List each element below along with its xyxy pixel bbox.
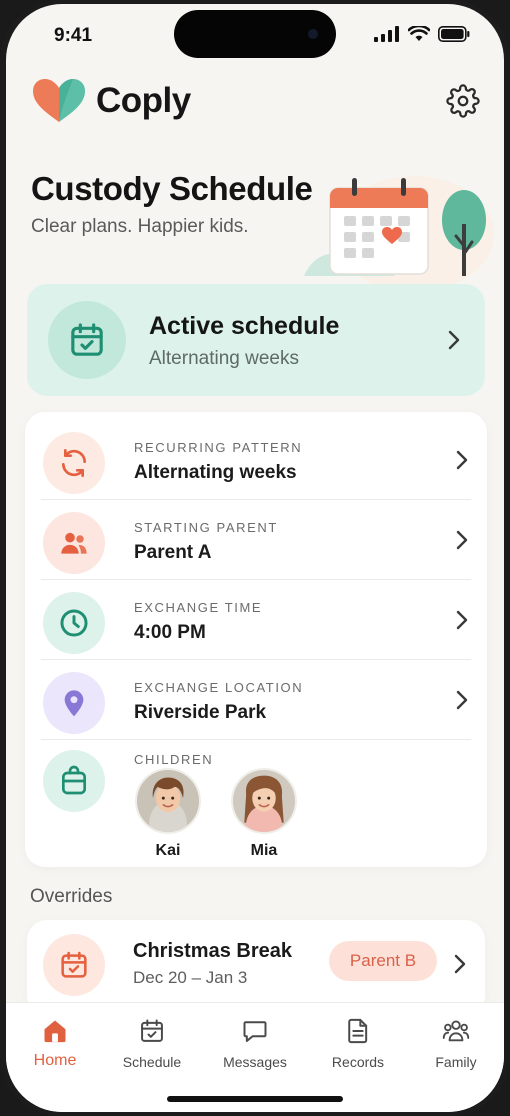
settings-button[interactable]: [446, 84, 480, 118]
home-indicator: [167, 1096, 343, 1102]
starting-parent-icon-wrap: [43, 512, 105, 574]
tab-home[interactable]: Home: [6, 1017, 105, 1070]
status-time: 9:41: [54, 25, 93, 46]
exchange-time-value: 4:00 PM: [134, 622, 206, 643]
message-icon: [243, 1021, 267, 1042]
tab-label: Home: [33, 1052, 77, 1069]
child-mia[interactable]: Mia: [231, 768, 297, 860]
calendar-check-icon: [61, 951, 87, 978]
chevron-right-icon: [454, 954, 466, 974]
exchange-time-icon-wrap: [43, 592, 105, 654]
wifi-icon: [408, 26, 430, 41]
chevron-right-icon: [456, 450, 468, 470]
chevron-right-icon: [448, 330, 460, 350]
tab-schedule[interactable]: Schedule: [102, 1017, 202, 1070]
tab-family[interactable]: Family: [406, 1017, 504, 1070]
chevron-right-icon: [456, 530, 468, 550]
override-dates: Dec 20 – Jan 3: [133, 968, 248, 987]
exchange-location-label: EXCHANGE LOCATION: [134, 680, 304, 695]
status-bar: 9:41: [6, 4, 504, 70]
recurring-pattern-icon-wrap: [43, 432, 105, 494]
overrides-heading: Overrides: [30, 886, 113, 907]
signal-icon: [374, 26, 399, 42]
page-title: Custody Schedule: [31, 170, 313, 207]
document-icon: [348, 1018, 368, 1044]
recurring-pattern-row[interactable]: RECURRING PATTERN Alternating weeks: [25, 420, 487, 500]
repeat-icon: [62, 449, 86, 477]
phone-frame: 9:41 Coply Custody Schedule Clear plans.…: [0, 0, 510, 1116]
override-title: Christmas Break: [133, 940, 292, 962]
active-schedule-subtitle: Alternating weeks: [149, 348, 299, 369]
calendar-illustration: [304, 176, 494, 284]
status-icons: [374, 26, 470, 42]
battery-icon: [438, 26, 470, 42]
clock-icon: [60, 609, 88, 637]
home-icon: [44, 1020, 66, 1043]
avatar: [231, 768, 297, 834]
tab-label: Schedule: [122, 1054, 182, 1070]
brand-name: Coply: [96, 81, 191, 120]
chevron-right-icon: [456, 610, 468, 630]
starting-parent-value: Parent A: [134, 542, 212, 563]
child-kai[interactable]: Kai: [135, 768, 201, 860]
app-screen: 9:41 Coply Custody Schedule Clear plans.…: [6, 4, 504, 1112]
children-icon-wrap: [43, 750, 105, 812]
override-parent-badge: Parent B: [329, 941, 437, 981]
schedule-settings-list: RECURRING PATTERN Alternating weeks STAR…: [25, 412, 487, 867]
chevron-right-icon: [456, 690, 468, 710]
gear-icon: [446, 84, 480, 118]
starting-parent-row[interactable]: STARTING PARENT Parent A: [25, 500, 487, 580]
starting-parent-label: STARTING PARENT: [134, 520, 278, 535]
bottom-tab-bar: Home Schedule Messages Records Family: [6, 1002, 504, 1112]
active-schedule-card[interactable]: Active schedule Alternating weeks: [27, 284, 485, 396]
dynamic-island: [174, 10, 336, 58]
tab-messages[interactable]: Messages: [205, 1017, 305, 1070]
override-icon-wrap: [43, 934, 105, 996]
tab-label: Records: [331, 1054, 385, 1070]
calendar-check-icon: [71, 323, 103, 356]
avatar: [135, 768, 201, 834]
active-schedule-title: Active schedule: [149, 312, 340, 340]
exchange-time-label: EXCHANGE TIME: [134, 600, 263, 615]
children-label: CHILDREN: [134, 752, 214, 767]
recurring-pattern-label: RECURRING PATTERN: [134, 440, 303, 455]
exchange-location-icon-wrap: [43, 672, 105, 734]
heart-logo-icon: [33, 79, 85, 122]
exchange-location-row[interactable]: EXCHANGE LOCATION Riverside Park: [25, 660, 487, 740]
exchange-location-value: Riverside Park: [134, 702, 267, 723]
tab-label: Family: [435, 1054, 477, 1070]
exchange-time-row[interactable]: EXCHANGE TIME 4:00 PM: [25, 580, 487, 660]
children-avatars: Kai Mia: [135, 768, 297, 860]
child-name: Kai: [155, 842, 181, 859]
users-icon: [61, 532, 87, 554]
tab-records[interactable]: Records: [308, 1017, 408, 1070]
page-subtitle: Clear plans. Happier kids.: [31, 216, 249, 237]
tab-label: Messages: [223, 1054, 287, 1070]
location-pin-icon: [64, 690, 84, 717]
family-icon: [442, 1020, 470, 1042]
active-schedule-icon-wrap: [48, 301, 126, 379]
child-name: Mia: [250, 842, 278, 859]
recurring-pattern-value: Alternating weeks: [134, 462, 297, 483]
brand-logo[interactable]: Coply: [32, 78, 191, 124]
calendar-check-icon: [141, 1019, 163, 1042]
backpack-icon: [62, 765, 86, 795]
